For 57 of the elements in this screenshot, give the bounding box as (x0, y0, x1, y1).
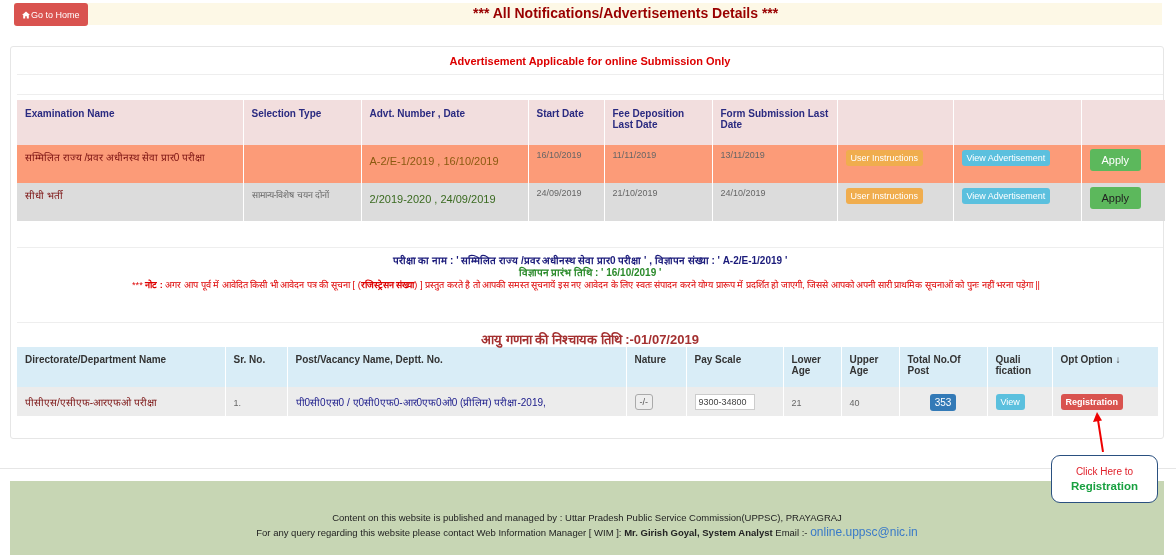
pointer-arrow (1093, 412, 1107, 452)
column-header: Upper Age (849, 354, 879, 376)
exam-info: परीक्षा का नाम : ' सम्मिलित राज्य /प्रवर अधीनस्थ सेवा प्रार0 परीक्षा ' , विज्ञापन संख्या : ' A-2/E-1/2019 ' (391, 255, 789, 266)
column-header: Advt. Number , Date (369, 108, 466, 119)
column-header: Examination Name (25, 108, 115, 119)
column-header: Total No.Of Post (907, 354, 961, 376)
table-cell: सामान्य-विशेष चयन दोनों (251, 190, 330, 200)
table-cell: 21 (791, 397, 802, 408)
column-header: Form Submission Last Date (720, 108, 829, 130)
apply-button[interactable]: Apply (1089, 149, 1142, 171)
column-header: Selection Type (251, 108, 322, 119)
email-link[interactable]: online.uppsc@nic.in (810, 525, 918, 539)
nature-button[interactable]: -/- (634, 393, 653, 410)
table-cell: पीसीएस/एसीएफ-आरएफओ परीक्षा (25, 396, 157, 408)
column-header: Fee Deposition Last Date (612, 108, 685, 130)
note-text: *** नोट : अगर आप पूर्व में आवेदित किसी भी आवेदन पत्र की सूचना [ (रजिस्ट्रेसन संख्या) ] प्रस्तुत करते है तो आपकी समस्त सूचनायें इस नए आवेदन के लिए स्वतः संपादन करने योग्य प्रारूप में प्रदर्शित हो जाएगी, जिससे आपको अपनी सारी प्राथमिक सूचनाओं को पुनः नहीं भरना पड़ेगा || (131, 279, 1041, 291)
column-header: Pay Scale (694, 354, 742, 365)
column-header: Sr. No. (233, 354, 266, 365)
user-instructions-button[interactable]: User Instructions (845, 150, 924, 166)
column-header: Start Date (536, 108, 584, 119)
footer-text: For any query regarding this website please contact Web Information Manager [ WIM ]: Mr. Girish Goyal, System Analyst Email :- (256, 527, 809, 538)
table-cell: 1. (233, 397, 241, 408)
user-instructions-button[interactable]: User Instructions (845, 188, 924, 204)
table-cell: A-2/E-1/2019 , 16/10/2019 (369, 155, 499, 167)
page-title: *** All Notifications/Advertisements Details *** (473, 5, 779, 21)
table-cell: 21/10/2019 (612, 188, 658, 198)
table-cell: 24/10/2019 (720, 188, 766, 198)
footer-text: Content on this website is published and managed by : Uttar Pradesh Public Service Commission(UPPSC), PRAYAGRAJ (331, 511, 843, 525)
post-count-badge: 353 (929, 393, 957, 411)
column-header: Nature (634, 354, 667, 365)
view-qualification-button[interactable]: View (995, 393, 1025, 410)
home-icon (22, 10, 30, 19)
section-heading: Advertisement Applicable for online Submission Only (449, 54, 731, 67)
table-cell: पी0सी0एस0 / ए0सी0एफ0-आर0एफ0ओ0 (प्रीलिम) परीक्षा-2019, (295, 396, 546, 408)
callout-text: Registration (1070, 479, 1139, 493)
table-cell: सम्मिलित राज्य /प्रवर अधीनस्थ सेवा प्रार0 परीक्षा (25, 152, 205, 163)
table-cell: 40 (849, 397, 860, 408)
age-date-heading: आयु गणना की निश्चायक तिथि :-01/07/2019 (481, 332, 699, 347)
column-header: Quali fication (995, 354, 1032, 376)
registration-button[interactable]: Registration (1060, 393, 1123, 410)
table-cell: 13/11/2019 (720, 150, 765, 160)
view-advertisement-button[interactable]: View Advertisement (961, 150, 1051, 166)
table-cell: 16/10/2019 (536, 150, 582, 160)
pay-scale-field[interactable]: 9300-34800 (694, 393, 755, 410)
callout-text: Click Here to (1075, 465, 1134, 479)
apply-button[interactable]: Apply (1089, 187, 1142, 209)
table-cell: 11/11/2019 (612, 150, 657, 160)
table-cell: 2/2019-2020 , 24/09/2019 (369, 193, 496, 205)
column-header: Opt Option ↓ (1060, 354, 1121, 365)
view-advertisement-button[interactable]: View Advertisement (961, 188, 1051, 204)
home-button[interactable]: Go to Home (14, 3, 88, 26)
table-cell: 24/09/2019 (536, 188, 582, 198)
column-header: Directorate/Department Name (25, 354, 167, 365)
table-cell: सीधी भर्ती (25, 190, 63, 201)
column-header: Post/Vacancy Name, Deptt. No. (295, 354, 443, 365)
column-header: Lower Age (791, 354, 821, 376)
start-date-info: विज्ञापन प्रारंभ तिथि : ' 16/10/2019 ' (517, 267, 663, 279)
